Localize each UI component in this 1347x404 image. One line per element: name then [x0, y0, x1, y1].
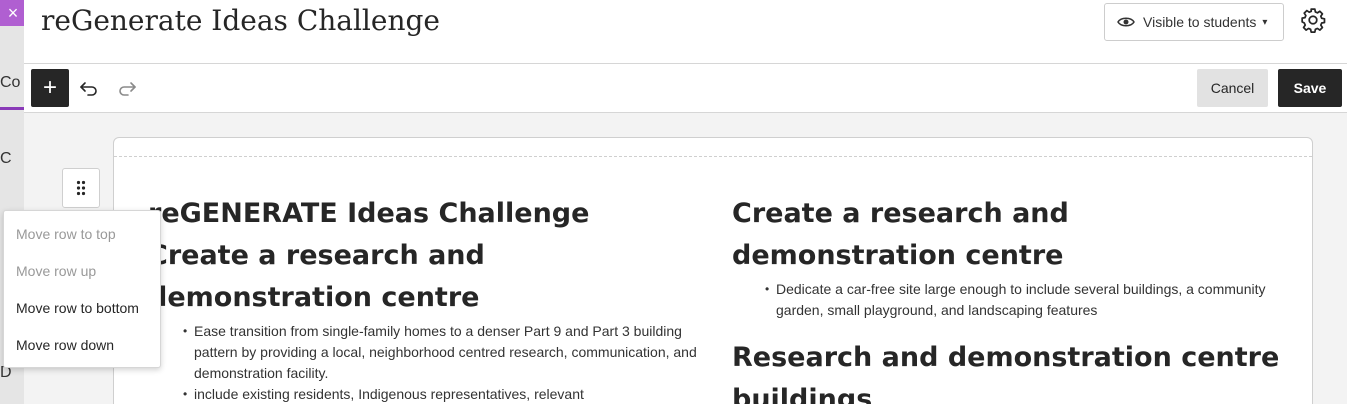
- redo-icon[interactable]: [117, 78, 137, 98]
- eye-icon: [1117, 17, 1135, 27]
- chevron-down-icon: ▾: [1262, 16, 1268, 28]
- list-item: Ease transition from single-family homes…: [183, 321, 708, 384]
- save-button[interactable]: Save: [1278, 69, 1342, 107]
- content-heading: Create a research and demonstration cent…: [148, 240, 485, 313]
- page: × Co C D reGenerate Ideas Challenge Visi…: [0, 0, 1347, 404]
- content-column-left[interactable]: reGENERATE Ideas Challenge Create a rese…: [148, 193, 708, 404]
- visibility-label: Visible to students: [1143, 14, 1257, 30]
- menu-item-move-row-down[interactable]: Move row down: [4, 327, 160, 364]
- content-column-right[interactable]: Create a research and demonstration cent…: [732, 193, 1292, 404]
- row-drag-handle[interactable]: [62, 168, 100, 208]
- visibility-dropdown[interactable]: Visible to students ▾: [1104, 3, 1284, 41]
- menu-item-move-row-up[interactable]: Move row up: [4, 253, 160, 290]
- cancel-button[interactable]: Cancel: [1197, 69, 1268, 107]
- background-fragment: Co: [0, 74, 21, 91]
- close-icon[interactable]: ×: [0, 0, 26, 26]
- gear-icon[interactable]: [1300, 7, 1326, 33]
- page-title: reGenerate Ideas Challenge: [41, 4, 440, 37]
- editor-toolbar: + Cancel Save: [24, 64, 1347, 113]
- add-content-button[interactable]: +: [31, 69, 69, 107]
- row-divider: [114, 156, 1312, 157]
- list-item: Dedicate a car-free site large enough to…: [765, 279, 1292, 321]
- menu-item-move-row-to-top[interactable]: Move row to top: [4, 216, 160, 253]
- background-fragment: C: [0, 150, 12, 167]
- undo-icon[interactable]: [79, 78, 99, 98]
- content-heading: Create a research and demonstration cent…: [732, 198, 1069, 271]
- list-item: include existing residents, Indigenous r…: [183, 384, 708, 404]
- content-row-card: reGENERATE Ideas Challenge Create a rese…: [113, 137, 1313, 404]
- bullet-list: Ease transition from single-family homes…: [183, 321, 708, 404]
- content-heading: reGENERATE Ideas Challenge: [148, 198, 590, 229]
- bullet-list: Dedicate a car-free site large enough to…: [765, 279, 1292, 321]
- row-move-menu: Move row to top Move row up Move row to …: [3, 210, 161, 368]
- background-active-tab-indicator: [0, 107, 24, 110]
- menu-item-move-row-to-bottom[interactable]: Move row to bottom: [4, 290, 160, 327]
- drag-handle-icon: [76, 180, 86, 196]
- editor-header: reGenerate Ideas Challenge Visible to st…: [24, 0, 1347, 64]
- content-heading: Research and demonstration centre buildi…: [732, 342, 1280, 404]
